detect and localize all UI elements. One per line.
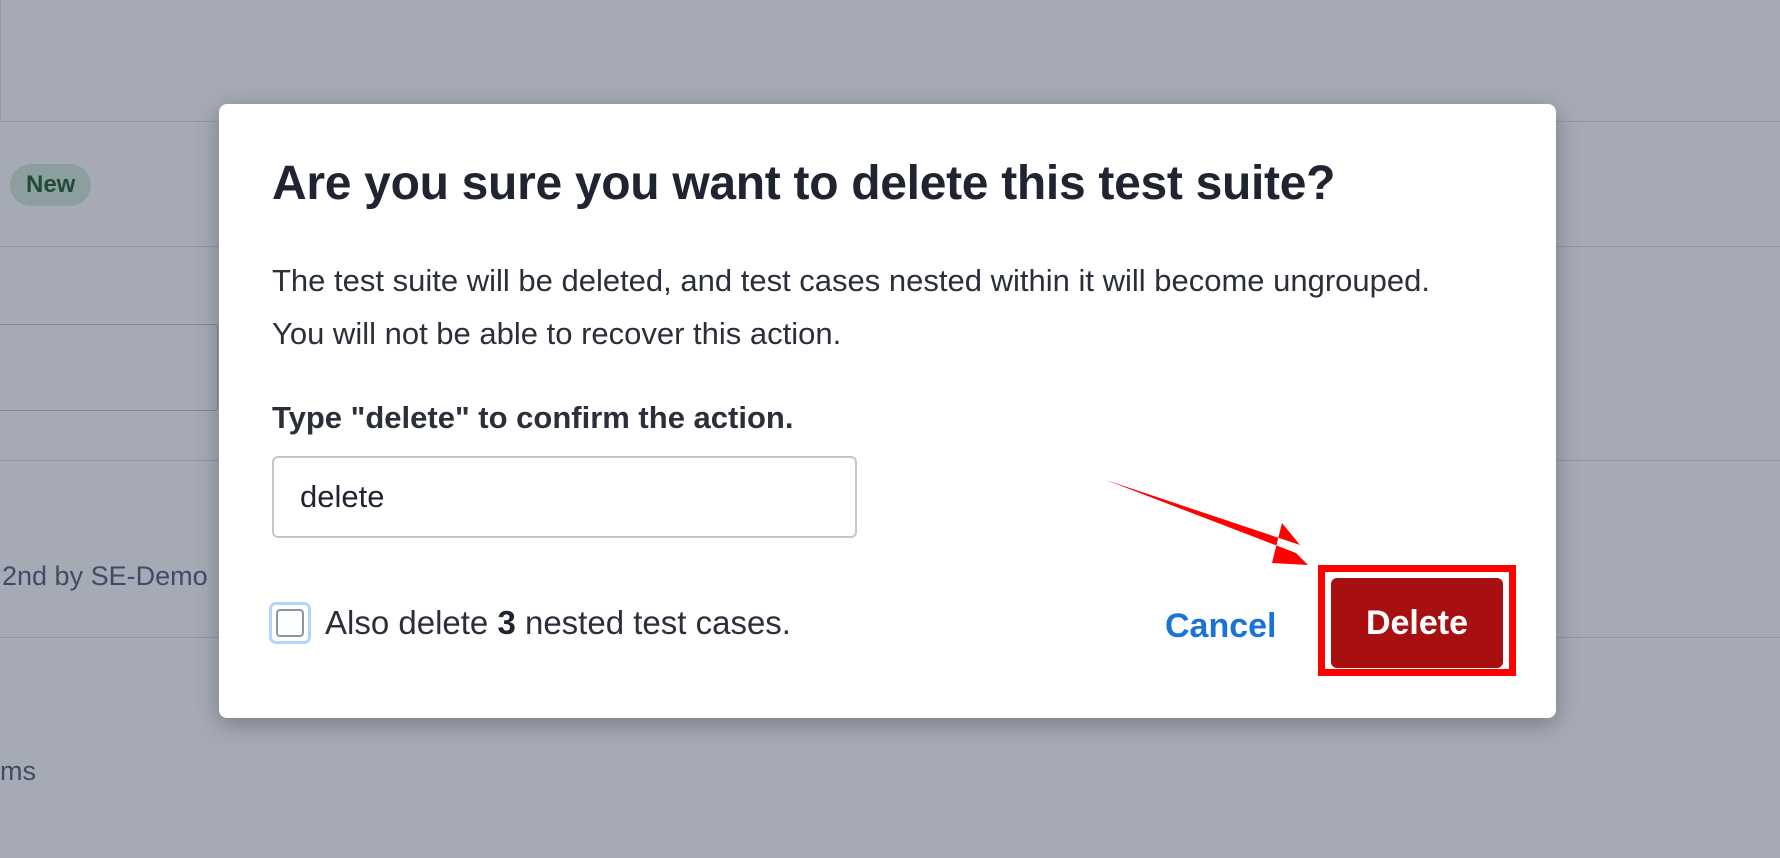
nested-count: 3 xyxy=(497,604,516,641)
delete-nested-checkbox[interactable] xyxy=(269,602,311,644)
cancel-button[interactable]: Cancel xyxy=(1165,598,1277,654)
delete-confirmation-dialog: Are you sure you want to delete this tes… xyxy=(219,104,1556,718)
dialog-description: The test suite will be deleted, and test… xyxy=(272,263,1430,351)
confirm-label: Type "delete" to confirm the action. xyxy=(272,400,794,435)
confirm-delete-input[interactable] xyxy=(272,456,857,538)
dialog-title: Are you sure you want to delete this tes… xyxy=(272,157,1336,210)
delete-button[interactable]: Delete xyxy=(1331,578,1503,668)
checkbox-label-suffix: nested test cases. xyxy=(515,604,791,641)
checkbox-box xyxy=(276,609,304,637)
delete-nested-label: Also delete 3 nested test cases. xyxy=(325,600,791,646)
checkbox-label-prefix: Also delete xyxy=(325,604,498,641)
